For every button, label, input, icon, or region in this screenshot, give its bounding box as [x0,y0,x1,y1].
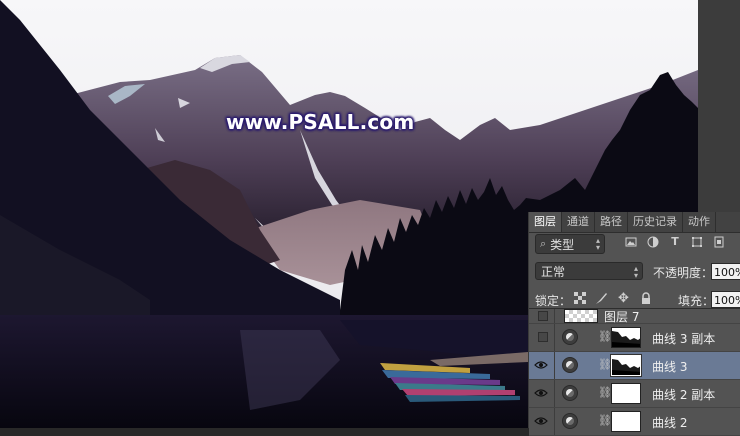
visibility-toggle[interactable] [538,311,548,321]
layer-mask-thumbnail[interactable] [611,327,641,348]
blend-row: 正常 ▴▾ 不透明度： 100% [535,262,740,282]
eye-icon[interactable] [534,387,548,399]
shape-filter-icon[interactable] [691,236,703,248]
curves-adjustment-icon [562,357,578,373]
layer-row-curves2-copy[interactable]: ⛓ 曲线 2 副本 [529,380,740,408]
layer-name: 曲线 3 [652,360,688,374]
updown-arrows-icon: ▴ ▾ [595,236,600,252]
blend-mode-value: 正常 [541,265,566,279]
link-chain-icon: ⛓ [598,330,612,343]
blend-mode-select[interactable]: 正常 ▴ ▾ [535,262,643,280]
lock-image-pixels-icon[interactable] [595,292,608,305]
tab-channels[interactable]: 通道 [562,212,595,232]
fill-input[interactable]: 100% [711,291,740,308]
opacity-label: 不透明度： [653,266,714,280]
smart-object-filter-icon[interactable] [713,236,725,248]
layer-name: 图层 7 [604,310,640,324]
lock-row: 锁定： ✥ 填充： 100% [535,290,740,310]
watermark-text: www.PSALL.com [226,110,415,134]
tab-paths[interactable]: 路径 [595,212,628,232]
visibility-toggle[interactable] [538,332,548,342]
row-divider [554,408,555,435]
adjustment-filter-icon[interactable] [647,236,659,248]
tab-history[interactable]: 历史记录 [628,212,683,232]
filter-row: ⌕ 类型 ▴ ▾ T [535,234,735,254]
updown-arrows-icon: ▴ ▾ [633,264,638,280]
row-divider [554,309,555,323]
image-filter-icon[interactable] [625,236,637,248]
curves-adjustment-icon [562,413,578,429]
lock-all-icon[interactable] [639,292,652,305]
curves-adjustment-icon [562,385,578,401]
layer-row-layer7[interactable]: 图层 7 [529,309,740,324]
layer-row-curves2[interactable]: ⛓ 曲线 2 [529,408,740,436]
opacity-input[interactable]: 100% [711,263,740,280]
layer-name: 曲线 2 [652,416,688,430]
layer-mask-thumbnail[interactable] [610,354,642,377]
layer-row-curves3-copy[interactable]: ⛓ 曲线 3 副本 [529,324,740,352]
type-filter-icon[interactable]: T [669,236,681,248]
layer-list: 图层 7 ⛓ 曲线 3 副本 ⛓ 曲线 3 ⛓ 曲线 2 副本 ⛓ 曲线 2 [529,308,740,436]
fill-label: 填充： [678,294,715,308]
tab-layers[interactable]: 图层 [529,212,562,232]
layer-name: 曲线 3 副本 [652,332,716,346]
panel-tabs: 图层 通道 路径 历史记录 动作 [529,212,740,233]
lock-transparent-pixels-icon[interactable] [573,292,586,305]
eye-icon[interactable] [534,359,548,371]
layer-mask-thumbnail[interactable] [611,383,641,404]
search-icon: ⌕ [540,237,547,250]
canvas-edge [698,0,740,214]
tab-actions[interactable]: 动作 [683,212,716,232]
link-chain-icon: ⛓ [598,358,612,371]
row-divider [554,352,555,379]
layers-panel: 图层 通道 路径 历史记录 动作 ⌕ 类型 ▴ ▾ T 正常 ▴ ▾ 不透明度： 1 [528,212,740,436]
layer-row-curves3[interactable]: ⛓ 曲线 3 [529,352,740,380]
row-divider [554,324,555,351]
lock-label: 锁定： [535,294,572,308]
layer-mask-thumbnail[interactable] [611,411,641,432]
link-chain-icon: ⛓ [598,414,612,427]
transparent-thumbnail [564,309,598,323]
layer-filter-select[interactable]: ⌕ 类型 ▴ ▾ [535,234,605,254]
curves-adjustment-icon [562,329,578,345]
filter-type-label: 类型 [550,237,575,252]
lock-position-icon[interactable]: ✥ [617,292,630,305]
link-chain-icon: ⛓ [598,386,612,399]
eye-icon[interactable] [534,415,548,427]
layer-name: 曲线 2 副本 [652,388,716,402]
row-divider [554,380,555,407]
